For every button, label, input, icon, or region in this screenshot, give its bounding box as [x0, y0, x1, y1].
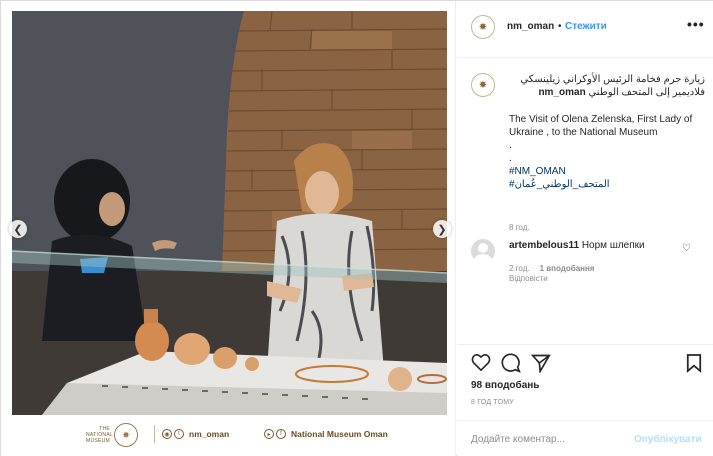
commenter-username[interactable]: artembelous11 [509, 240, 579, 251]
share-plane-icon[interactable] [530, 353, 551, 378]
bookmark-icon[interactable] [686, 353, 702, 378]
instagram-icon: ◉ [162, 429, 172, 439]
caption-dot: . [509, 140, 512, 151]
footer-divider [154, 425, 155, 443]
caption-avatar[interactable]: ✸ [471, 73, 495, 97]
profile-avatar[interactable]: ✸ [471, 15, 495, 39]
post-actions [457, 344, 713, 378]
post-side-panel: ✸ nm_oman • Стежити ••• ✸ زيارة حرم فخام… [457, 1, 713, 456]
comment-timestamp[interactable]: 2 год. [509, 264, 530, 273]
post-caption: زيارة حرم فخامة الرئيس الأوكراني زيلينسك… [509, 73, 705, 191]
publish-button[interactable]: Опублікувати [634, 434, 702, 445]
comment-meta: 2 год. 1 вподобання [509, 264, 594, 273]
comment-like-heart-icon[interactable]: ♡ [682, 243, 691, 254]
comment-bubble-icon[interactable] [501, 353, 521, 378]
footer-handle-text: nm_oman [189, 429, 230, 439]
more-options-icon[interactable]: ••• [687, 16, 705, 32]
post-timestamp[interactable]: 8 ГОД ТОМУ [471, 399, 514, 406]
header-separator: • [558, 21, 562, 32]
footer-museum-name-text: National Museum Oman [291, 429, 388, 439]
comments-section: ✸ زيارة حرم فخامة الرئيس الأوكراني زيلين… [457, 59, 713, 344]
caption-timestamp[interactable]: 8 год. [509, 223, 530, 232]
reply-button[interactable]: Відповісти [509, 274, 548, 283]
post-header: ✸ nm_oman • Стежити ••• [457, 1, 713, 58]
twitter-icon: t [174, 429, 184, 439]
follow-button[interactable]: Стежити [565, 21, 607, 32]
footer-museum-name: ▸ f National Museum Oman [264, 429, 388, 439]
previous-photo-button[interactable]: ❮ [9, 220, 27, 238]
museum-seal-icon: ✸ [478, 21, 488, 33]
comment-input[interactable] [471, 431, 631, 447]
comment-likes[interactable]: 1 вподобання [540, 264, 595, 273]
post-photo[interactable] [12, 11, 447, 415]
instagram-post: ❮ ❯ THE NATIONAL MUSEUM ✸ ◉ t nm_oman ▸ … [0, 0, 713, 456]
facebook-icon: f [276, 429, 286, 439]
museum-logo: THE NATIONAL MUSEUM ✸ [86, 423, 138, 447]
hashtag-link[interactable]: #NM_OMAN [509, 165, 705, 178]
chevron-right-icon: ❯ [437, 223, 447, 236]
photo-branding-footer: THE NATIONAL MUSEUM ✸ ◉ t nm_oman ▸ f Na… [12, 415, 447, 453]
post-media: ❮ ❯ THE NATIONAL MUSEUM ✸ ◉ t nm_oman ▸ … [1, 1, 456, 456]
museum-logo-text: THE NATIONAL MUSEUM [86, 426, 114, 444]
caption-dot: . [509, 153, 512, 164]
museum-seal-icon: ✸ [114, 423, 138, 447]
museum-seal-icon: ✸ [478, 79, 488, 91]
next-photo-button[interactable]: ❯ [433, 220, 451, 238]
add-comment-bar: Опублікувати [457, 420, 713, 456]
like-heart-icon[interactable] [471, 353, 491, 376]
likes-count[interactable]: 98 вподобань [471, 380, 539, 391]
chevron-left-icon: ❮ [13, 223, 23, 236]
youtube-icon: ▸ [264, 429, 274, 439]
footer-social-handle: ◉ t nm_oman [162, 429, 229, 439]
commenter-avatar[interactable] [471, 239, 495, 263]
caption-arabic-text: زيارة حرم فخامة الرئيس الأوكراني زيلينسك… [520, 74, 705, 98]
hashtag-link[interactable]: #المتحف_الوطني_عُمان [509, 178, 705, 191]
comment: artembelous11 Норм шлепки [509, 240, 645, 251]
caption-username[interactable]: nm_oman [538, 87, 585, 98]
header-username[interactable]: nm_oman [507, 21, 554, 32]
caption-english-text: The Visit of Olena Zelenska, First Lady … [509, 114, 693, 138]
comment-text: Норм шлепки [581, 240, 645, 251]
